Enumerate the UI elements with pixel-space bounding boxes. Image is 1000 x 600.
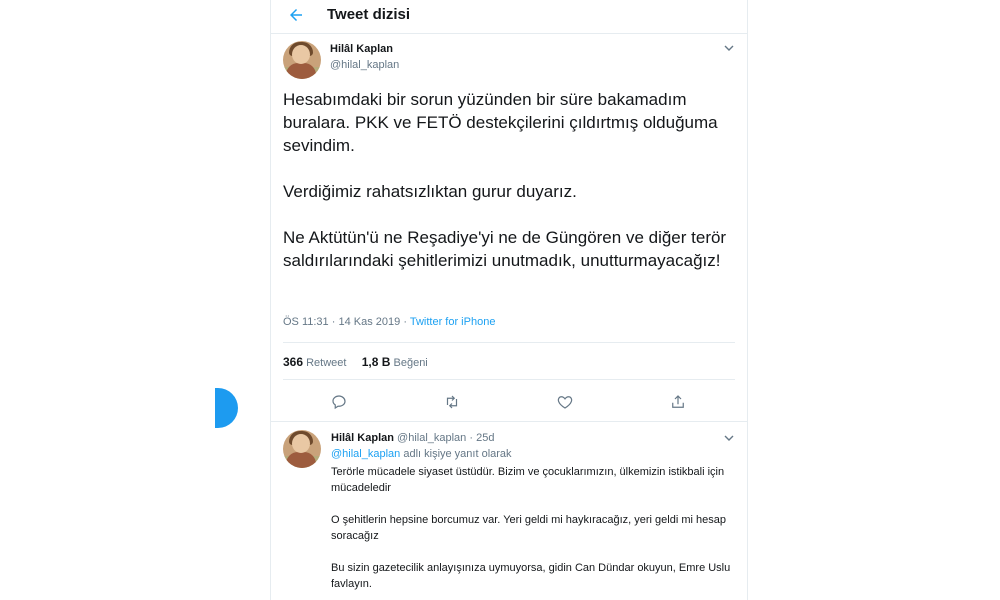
fab-mask (200, 388, 215, 428)
reply-author-name[interactable]: Hilâl Kaplan (331, 432, 394, 444)
tweet-date[interactable]: 14 Kas 2019 (338, 316, 400, 328)
retweet-icon[interactable] (443, 393, 461, 411)
divider (283, 342, 735, 343)
meta-separator: · (331, 316, 336, 328)
mention-link[interactable]: @hilal_kaplan (331, 448, 400, 460)
main-tweet: Hilâl Kaplan @hilal_kaplan Hesabımdaki b… (271, 34, 747, 420)
retweet-count: 366 (283, 355, 304, 369)
tweet-text: Hesabımdaki bir sorun yüzünden bir süre … (283, 90, 727, 270)
reply-author-handle[interactable]: @hilal_kaplan (397, 432, 466, 444)
like-stat[interactable]: 1,8 B Beğeni (361, 355, 428, 369)
page-title: Tweet dizisi (327, 6, 411, 23)
like-count: 1,8 B (361, 355, 391, 369)
divider (283, 379, 735, 380)
tweet-time: ÖS 11:31 (283, 316, 329, 328)
page-header: Tweet dizisi (271, 0, 747, 34)
reply-time[interactable]: 25d (476, 432, 494, 444)
retweet-stat[interactable]: 366 Retweet (283, 355, 350, 369)
tweet-actions (271, 390, 747, 414)
author-name[interactable]: Hilâl Kaplan (330, 43, 393, 55)
replying-to: @hilal_kaplan adlı kişiye yanıt olarak (331, 448, 512, 460)
avatar[interactable] (283, 430, 321, 468)
retweet-label: Retweet (306, 357, 347, 369)
author-handle[interactable]: @hilal_kaplan (330, 59, 399, 71)
share-icon[interactable] (669, 393, 687, 411)
meta-separator: · (403, 316, 407, 328)
heart-icon[interactable] (556, 393, 574, 411)
chevron-down-icon[interactable] (723, 432, 735, 444)
reply-icon[interactable] (330, 393, 348, 411)
reply-header: Hilâl Kaplan @hilal_kaplan · 25d (331, 432, 494, 444)
timeline-column: Tweet dizisi Hilâl Kaplan @hilal_kaplan … (270, 0, 748, 600)
replying-suffix: adlı kişiye yanıt olarak (403, 448, 512, 460)
tweet-stats: 366 Retweet 1,8 B Beğeni (283, 355, 428, 369)
reply-tweet[interactable]: Hilâl Kaplan @hilal_kaplan · 25d @hilal_… (271, 421, 747, 600)
back-arrow-icon[interactable] (287, 6, 305, 24)
reply-text: Terörle mücadele siyaset üstüdür. Bizim … (331, 466, 731, 590)
chevron-down-icon[interactable] (723, 42, 735, 54)
tweet-meta: ÖS 11:31 · 14 Kas 2019 · Twitter for iPh… (283, 316, 495, 328)
tweet-source-link[interactable]: Twitter for iPhone (410, 316, 496, 328)
avatar[interactable] (283, 41, 321, 79)
like-label: Beğeni (393, 357, 428, 369)
meta-separator: · (469, 432, 474, 444)
